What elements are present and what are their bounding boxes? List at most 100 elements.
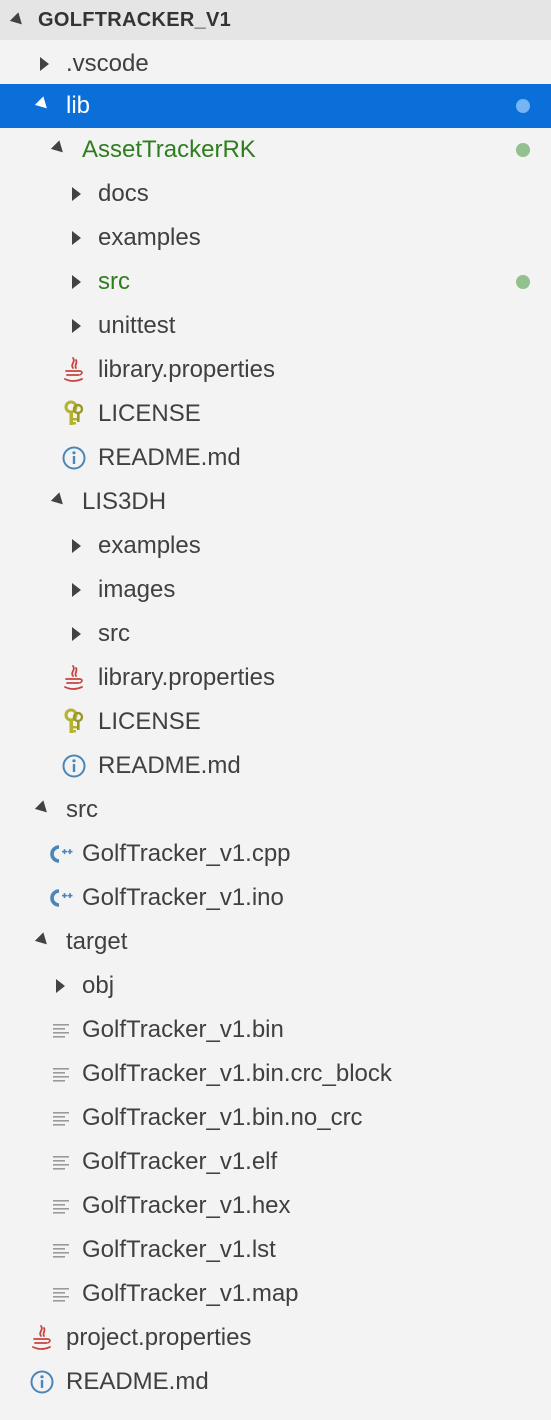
text-file-icon — [51, 1060, 77, 1088]
chevron-right-icon — [56, 979, 65, 993]
chevron-down-icon — [34, 96, 52, 113]
info-icon — [61, 752, 87, 780]
chevron-right-icon — [72, 231, 81, 245]
tree-item-no-crc-file[interactable]: GolfTracker_v1.bin.no_crc — [0, 1096, 551, 1140]
tree-item-label: GolfTracker_v1.bin.crc_block — [82, 1060, 392, 1087]
tree-item-label: docs — [98, 180, 149, 207]
tree-item-target-folder[interactable]: target — [0, 920, 551, 964]
chevron-down-icon — [50, 492, 68, 509]
license-key-icon — [63, 708, 89, 736]
chevron-down-icon — [9, 12, 27, 29]
explorer-section-header[interactable]: GOLFTRACKER_V1 — [0, 0, 551, 40]
tree-item-src-folder[interactable]: src — [0, 788, 551, 832]
tree-item-lib-folder[interactable]: lib — [0, 84, 551, 128]
tree-item-vscode-folder[interactable]: .vscode — [0, 42, 551, 86]
tree-item-label: GolfTracker_v1.elf — [82, 1148, 278, 1175]
text-file-icon — [51, 1236, 77, 1264]
tree-item-label: GolfTracker_v1.bin.no_crc — [82, 1104, 363, 1131]
tree-item-cpp-file[interactable]: GolfTracker_v1.cpp — [0, 832, 551, 876]
tree-item-unittest-folder[interactable]: unittest — [0, 304, 551, 348]
tree-item-label: README.md — [98, 444, 241, 471]
chevron-right-icon — [72, 539, 81, 553]
java-icon — [61, 356, 87, 384]
tree-item-label: lib — [66, 92, 91, 119]
chevron-down-icon — [34, 800, 52, 817]
chevron-right-icon — [72, 187, 81, 201]
tree-item-bin-file[interactable]: GolfTracker_v1.bin — [0, 1008, 551, 1052]
tree-item-label: LICENSE — [98, 708, 201, 735]
tree-item-label: src — [98, 268, 130, 295]
license-key-icon — [63, 400, 89, 428]
tree-item-obj-folder[interactable]: obj — [0, 964, 551, 1008]
tree-item-label: GolfTracker_v1.map — [82, 1280, 299, 1307]
cpp-icon — [45, 840, 73, 868]
chevron-right-icon — [72, 583, 81, 597]
tree-item-crc-block-file[interactable]: GolfTracker_v1.bin.crc_block — [0, 1052, 551, 1096]
tree-item-examples-folder[interactable]: examples — [0, 524, 551, 568]
tree-item-label: AssetTrackerRK — [82, 136, 256, 163]
tree-item-label: library.properties — [98, 664, 275, 691]
tree-item-label: README.md — [66, 1368, 209, 1395]
tree-item-project-properties[interactable]: project.properties — [0, 1316, 551, 1360]
cpp-icon — [45, 884, 73, 912]
file-explorer: GOLFTRACKER_V1 .vscode lib AssetTrackerR… — [0, 0, 551, 1420]
tree-item-lst-file[interactable]: GolfTracker_v1.lst — [0, 1228, 551, 1272]
tree-item-label: examples — [98, 532, 201, 559]
chevron-down-icon — [34, 932, 52, 949]
tree-item-label: GolfTracker_v1.hex — [82, 1192, 291, 1219]
chevron-right-icon — [72, 275, 81, 289]
tree-item-hex-file[interactable]: GolfTracker_v1.hex — [0, 1184, 551, 1228]
java-icon — [61, 664, 87, 692]
text-file-icon — [51, 1280, 77, 1308]
chevron-right-icon — [72, 319, 81, 333]
tree-item-label: GolfTracker_v1.cpp — [82, 840, 291, 867]
tree-item-label: examples — [98, 224, 201, 251]
workspace-title: GOLFTRACKER_V1 — [38, 9, 232, 31]
tree-item-label: GolfTracker_v1.ino — [82, 884, 284, 911]
chevron-right-icon — [72, 627, 81, 641]
tree-item-label: images — [98, 576, 176, 603]
tree-item-label: GolfTracker_v1.lst — [82, 1236, 276, 1263]
tree-item-license[interactable]: LICENSE — [0, 700, 551, 744]
tree-item-src-folder[interactable]: src — [0, 260, 551, 304]
modified-dot-icon — [516, 99, 530, 113]
tree-item-label: .vscode — [66, 50, 149, 77]
tree-item-label: library.properties — [98, 356, 275, 383]
info-icon — [61, 444, 87, 472]
tree-item-src-folder[interactable]: src — [0, 612, 551, 656]
tree-item-readme[interactable]: README.md — [0, 436, 551, 480]
tree-item-label: src — [66, 796, 98, 823]
tree-item-label: target — [66, 928, 128, 955]
tree-item-images-folder[interactable]: images — [0, 568, 551, 612]
tree-item-map-file[interactable]: GolfTracker_v1.map — [0, 1272, 551, 1316]
chevron-right-icon — [40, 57, 49, 71]
tree-item-library-properties[interactable]: library.properties — [0, 656, 551, 700]
tree-item-label: unittest — [98, 312, 176, 339]
tree-item-label: GolfTracker_v1.bin — [82, 1016, 284, 1043]
tree-item-readme[interactable]: README.md — [0, 1360, 551, 1404]
text-file-icon — [51, 1104, 77, 1132]
tree-item-docs-folder[interactable]: docs — [0, 172, 551, 216]
tree-item-readme[interactable]: README.md — [0, 744, 551, 788]
tree-item-lis3dh-folder[interactable]: LIS3DH — [0, 480, 551, 524]
tree-item-library-properties[interactable]: library.properties — [0, 348, 551, 392]
tree-item-label: src — [98, 620, 130, 647]
text-file-icon — [51, 1016, 77, 1044]
tree-item-examples-folder[interactable]: examples — [0, 216, 551, 260]
modified-dot-icon — [516, 143, 530, 157]
modified-dot-icon — [516, 275, 530, 289]
tree-item-license[interactable]: LICENSE — [0, 392, 551, 436]
tree-item-label: project.properties — [66, 1324, 252, 1351]
tree-item-label: LICENSE — [98, 400, 201, 427]
tree-item-label: obj — [82, 972, 115, 999]
tree-item-ino-file[interactable]: GolfTracker_v1.ino — [0, 876, 551, 920]
tree-item-assettrackerrk-folder[interactable]: AssetTrackerRK — [0, 128, 551, 172]
text-file-icon — [51, 1148, 77, 1176]
tree-item-label: LIS3DH — [82, 488, 167, 515]
info-icon — [29, 1368, 55, 1396]
tree-item-elf-file[interactable]: GolfTracker_v1.elf — [0, 1140, 551, 1184]
text-file-icon — [51, 1192, 77, 1220]
java-icon — [29, 1324, 55, 1352]
chevron-down-icon — [50, 140, 68, 157]
tree-item-label: README.md — [98, 752, 241, 779]
